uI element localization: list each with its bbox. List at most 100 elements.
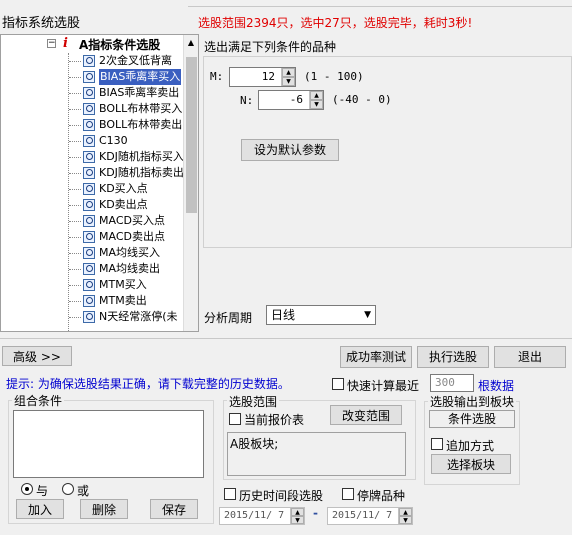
status-text: 选股范围2394只，选中27只，选股完毕，耗时3秒!	[198, 16, 473, 30]
window-title: 指标系统选股	[2, 16, 81, 31]
history-period-checkbox[interactable]	[224, 488, 236, 500]
set-default-button[interactable]: 设为默认参数	[241, 139, 339, 161]
tree-item-label: MTM买入	[99, 278, 147, 291]
tree-item[interactable]: MACD买入点	[81, 213, 191, 229]
tree-item[interactable]: MTM卖出	[81, 293, 191, 309]
delete-button[interactable]: 删除	[80, 499, 128, 519]
save-button[interactable]: 保存	[150, 499, 198, 519]
n-spinner[interactable]: ▲ ▼	[309, 91, 323, 109]
date-from-spinner[interactable]: ▲ ▼	[290, 508, 304, 524]
tree-item-label: KD买入点	[99, 182, 148, 195]
suspended-checkbox[interactable]	[342, 488, 354, 500]
tree-item[interactable]: KDJ随机指标买入	[81, 149, 191, 165]
tree-guide-line	[68, 53, 69, 331]
tree-item[interactable]: MA均线卖出	[81, 261, 191, 277]
tree-item-label: BOLL布林带卖出	[99, 118, 183, 131]
tree-branch-line	[69, 253, 81, 254]
magnifier-icon	[83, 103, 95, 115]
date-to-spinner[interactable]: ▲ ▼	[398, 508, 412, 524]
or-radio[interactable]	[62, 483, 74, 495]
scroll-thumb[interactable]	[186, 57, 197, 213]
magnifier-icon	[83, 247, 95, 259]
down-arrow-icon[interactable]: ▼	[291, 516, 304, 524]
scroll-up-icon[interactable]: ▲	[185, 37, 197, 49]
chevron-down-icon[interactable]: ▼	[364, 306, 371, 324]
tree-item[interactable]: BOLL布林带卖出	[81, 117, 191, 133]
tree-item-label: N天经常涨停(未	[99, 310, 178, 323]
tree-item[interactable]: MTM买入	[81, 277, 191, 293]
tree-branch-line	[69, 317, 81, 318]
combo-list[interactable]	[13, 410, 204, 478]
magnifier-icon	[83, 183, 95, 195]
tree-item-label: MTM卖出	[99, 294, 147, 307]
tree-item[interactable]: BOLL布林带买入	[81, 101, 191, 117]
magnifier-icon	[83, 231, 95, 243]
suspended-label: 停牌品种	[357, 489, 406, 503]
m-label: M:	[210, 70, 224, 83]
append-mode-checkbox[interactable]	[431, 438, 443, 450]
up-arrow-icon[interactable]: ▲	[399, 508, 412, 516]
magnifier-icon	[83, 311, 95, 323]
tree-item[interactable]: KD买入点	[81, 181, 191, 197]
up-arrow-icon[interactable]: ▲	[291, 508, 304, 516]
tree-item[interactable]: C130	[81, 133, 191, 149]
tree-item[interactable]: 2次金叉低背离	[81, 53, 191, 69]
tree-item[interactable]: KD卖出点	[81, 197, 191, 213]
down-arrow-icon[interactable]: ▼	[282, 77, 295, 86]
run-selection-button[interactable]: 执行选股	[417, 346, 489, 368]
tree-branch-line	[69, 237, 81, 238]
change-range-button[interactable]: 改变范围	[330, 405, 402, 425]
down-arrow-icon[interactable]: ▼	[399, 516, 412, 524]
header-divider	[188, 6, 572, 7]
tree-item-label: C130	[99, 134, 128, 147]
up-arrow-icon[interactable]: ▲	[310, 91, 323, 100]
tree-branch-line	[69, 221, 81, 222]
magnifier-icon	[83, 87, 95, 99]
down-arrow-icon[interactable]: ▼	[310, 100, 323, 109]
magnifier-icon	[83, 199, 95, 211]
history-period-label: 历史时间段选股	[239, 489, 324, 503]
fast-calc-label: 快速计算最近	[347, 379, 420, 393]
tree-item[interactable]: BIAS乖离率卖出	[81, 85, 191, 101]
and-radio[interactable]	[21, 483, 33, 495]
fast-calc-input[interactable]: 300	[430, 374, 474, 392]
tree-branch-line	[69, 173, 81, 174]
magnifier-icon	[83, 119, 95, 131]
magnifier-icon	[83, 263, 95, 275]
tree-item-label: 2次金叉低背离	[99, 54, 172, 67]
tree-branch-line	[69, 125, 81, 126]
tree-item[interactable]: MA均线买入	[81, 245, 191, 261]
success-rate-test-button[interactable]: 成功率测试	[340, 346, 412, 368]
add-button[interactable]: 加入	[16, 499, 64, 519]
tree-vertical-scrollbar[interactable]: ▲ ▼	[183, 35, 198, 331]
magnifier-icon	[83, 135, 95, 147]
tree-branch-line	[69, 205, 81, 206]
period-select[interactable]: 日线 ▼	[266, 305, 376, 325]
m-spinner[interactable]: ▲ ▼	[281, 68, 295, 86]
output-condition: 条件选股	[429, 410, 515, 428]
collapse-toggle-icon[interactable]: −	[47, 39, 56, 48]
tree-item[interactable]: KDJ随机指标卖出	[81, 165, 191, 181]
formula-tree[interactable]: − i A指标条件选股 2次金叉低背离 BIAS乖离率买入 BIAS乖离率卖出 BOL…	[0, 34, 199, 332]
tree-root-label[interactable]: A指标条件选股	[79, 36, 160, 53]
tree-branch-line	[69, 301, 81, 302]
tree-item-label: MA均线卖出	[99, 262, 161, 275]
params-heading: 选出满足下列条件的品种	[204, 40, 337, 54]
choose-board-button[interactable]: 选择板块	[431, 454, 511, 474]
tree-branch-line	[69, 285, 81, 286]
current-quote-label: 当前报价表	[244, 413, 305, 427]
tree-item-label: MA均线买入	[99, 246, 161, 259]
tree-item[interactable]: MACD卖出点	[81, 229, 191, 245]
fast-calc-checkbox[interactable]	[332, 378, 344, 390]
tree-item[interactable]: BIAS乖离率买入	[81, 69, 191, 85]
tree-branch-line	[69, 93, 81, 94]
range-title: 选股范围	[227, 393, 280, 410]
tree-item[interactable]: N天经常涨停(未	[81, 309, 191, 325]
advanced-button[interactable]: 高级 >>	[2, 346, 72, 366]
exit-button[interactable]: 退出	[494, 346, 566, 368]
and-label: 与	[36, 484, 49, 498]
up-arrow-icon[interactable]: ▲	[282, 68, 295, 77]
current-quote-checkbox[interactable]	[229, 413, 241, 425]
tree-item-label: MACD买入点	[99, 214, 165, 227]
fast-calc-unit: 根数据	[478, 379, 515, 393]
